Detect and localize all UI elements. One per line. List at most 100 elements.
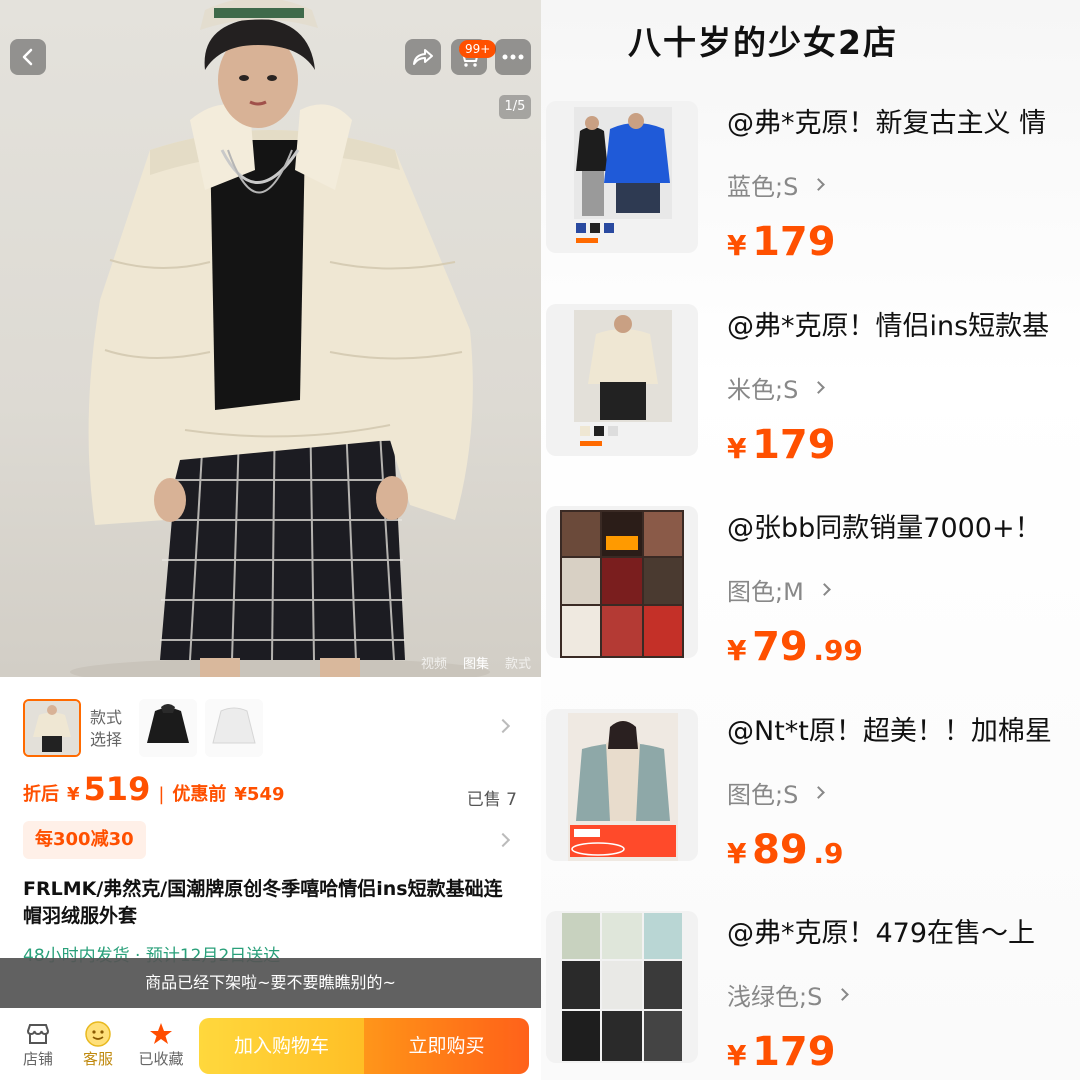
collage-thumbnail: [560, 510, 684, 658]
price-integer: 179: [752, 219, 836, 265]
currency-symbol: ¥: [727, 837, 747, 870]
product-image-gallery[interactable]: 99+ 1/5 视频 图集 款式: [0, 0, 541, 677]
item-price: ¥ 79 .99: [727, 624, 863, 670]
tab-video[interactable]: 视频: [421, 653, 447, 672]
off-shelf-notice: 商品已经下架啦~要不要瞧瞧别的~: [0, 958, 541, 1008]
item-sku[interactable]: 图色;S: [727, 775, 826, 810]
back-button[interactable]: [10, 39, 46, 75]
cream-jacket-thumbnail: [25, 701, 79, 755]
jacket-grid-thumbnail: [560, 911, 684, 1063]
white-jacket-thumbnail: [205, 699, 263, 757]
list-item[interactable]: @张bb同款销量7000+！ 图色;M ¥ 79 .99: [541, 506, 1080, 706]
item-price: ¥ 89 .9: [727, 827, 843, 873]
chevron-right-icon: [495, 718, 511, 734]
item-sku[interactable]: 图色;M: [727, 572, 831, 607]
list-item[interactable]: @弗*克原！479在售～上 浅绿色;S ¥ 179: [541, 911, 1080, 1080]
shop-title: 八十岁的少女2店: [628, 23, 898, 62]
item-title: @张bb同款销量7000+！: [727, 513, 1042, 544]
list-item[interactable]: @弗*克原！新复古主义 情 蓝色;S ¥ 179: [541, 101, 1080, 301]
item-price: ¥ 179: [727, 422, 836, 468]
cream-puffer-thumbnail: [574, 310, 672, 446]
style-selector[interactable]: 款式选择: [0, 695, 541, 761]
nav-favorite[interactable]: 已收藏: [133, 1020, 189, 1069]
item-title: @弗*克原！情侣ins短款基: [727, 311, 1050, 342]
tab-styles[interactable]: 款式: [505, 653, 531, 672]
nav-service[interactable]: 客服: [70, 1020, 126, 1069]
similar-items-panel: 八十岁的少女2店 @弗*克原！新复古主义 情 蓝色;S ¥ 179 @弗*克原！…: [541, 0, 1080, 1080]
chevron-right-icon: [836, 988, 850, 1001]
tab-gallery[interactable]: 图集: [463, 653, 489, 672]
store-icon: [26, 1024, 50, 1044]
more-button[interactable]: [495, 39, 531, 75]
product-title: FRLMK/弗然克/国潮牌原创冬季嘻哈情侣ins短款基础连帽羽绒服外套: [23, 878, 503, 927]
item-title: @弗*克原！新复古主义 情: [727, 108, 1047, 139]
original-price: ¥549: [234, 784, 285, 805]
style-select-label: 款式选择: [90, 708, 123, 749]
cart-count-badge: 99+: [459, 40, 497, 58]
item-sku-label: 图色;S: [727, 781, 799, 809]
price-separator: |: [158, 784, 165, 805]
black-jacket-thumbnail: [139, 699, 197, 757]
price-integer: 179: [752, 422, 836, 468]
customer-service-icon: [85, 1021, 111, 1047]
price-decimal: .99: [813, 634, 863, 667]
price-row: 折后 ¥ 519 | 优惠前 ¥549: [23, 770, 523, 812]
image-page-indicator: 1/5: [499, 95, 531, 119]
product-detail-panel: 99+ 1/5 视频 图集 款式 款式选择 折后 ¥ 519 | 优惠前 ¥54…: [0, 0, 541, 1080]
gallery-tabs: 视频 图集 款式: [421, 653, 531, 672]
nav-store-label: 店铺: [22, 1050, 53, 1068]
nav-favorite-label: 已收藏: [138, 1050, 184, 1068]
fur-collar-jacket-thumbnail: [568, 713, 678, 861]
blue-puffer-thumbnail: [574, 107, 672, 243]
item-sku[interactable]: 蓝色;S: [727, 167, 826, 202]
price-integer: 79: [752, 624, 808, 670]
item-thumbnail: [546, 101, 698, 253]
list-item[interactable]: @弗*克原！情侣ins短款基 米色;S ¥ 179: [541, 304, 1080, 504]
item-title: @Nt*t原！超美！！加棉星: [727, 716, 1052, 747]
more-dots-icon: [502, 54, 524, 60]
chevron-left-icon: [22, 48, 33, 66]
item-thumbnail: [546, 709, 698, 861]
style-thumb-white[interactable]: [205, 699, 263, 757]
item-title: @弗*克原！479在售～上: [727, 918, 1036, 949]
chevron-right-icon: [812, 381, 826, 394]
discounted-price: 519: [83, 770, 151, 808]
share-button[interactable]: [405, 39, 441, 75]
currency-symbol: ¥: [727, 634, 747, 667]
star-icon: [150, 1023, 172, 1044]
item-thumbnail: [546, 304, 698, 456]
share-arrow-icon: [413, 49, 433, 65]
currency-symbol: ¥: [727, 1039, 747, 1072]
chevron-right-icon: [812, 178, 826, 191]
item-sku-label: 浅绿色;S: [727, 983, 823, 1011]
currency-symbol: ¥: [727, 229, 747, 262]
chevron-right-icon: [812, 786, 826, 799]
item-sku-label: 蓝色;S: [727, 173, 799, 201]
style-thumb-black[interactable]: [139, 699, 197, 757]
after-discount-label: 折后: [23, 784, 59, 805]
item-price: ¥ 179: [727, 1029, 836, 1075]
style-thumb-cream[interactable]: [23, 699, 81, 757]
item-thumbnail: [546, 911, 698, 1063]
before-discount-label: 优惠前: [172, 784, 227, 805]
list-item[interactable]: @Nt*t原！超美！！加棉星 图色;S ¥ 89 .9: [541, 709, 1080, 909]
currency-symbol: ¥: [67, 784, 80, 805]
item-sku[interactable]: 浅绿色;S: [727, 977, 850, 1012]
item-sku[interactable]: 米色;S: [727, 370, 826, 405]
chevron-right-icon: [495, 832, 511, 848]
price-integer: 179: [752, 1029, 836, 1075]
coupon-badge[interactable]: 每300减30: [23, 821, 146, 859]
model-in-cream-down-jacket-image: [70, 0, 490, 677]
chevron-right-icon: [817, 583, 831, 596]
item-sku-label: 米色;S: [727, 376, 799, 404]
item-sku-label: 图色;M: [727, 578, 804, 606]
price-decimal: .9: [813, 837, 844, 870]
currency-symbol: ¥: [727, 432, 747, 465]
item-thumbnail: [546, 506, 698, 658]
nav-store[interactable]: 店铺: [10, 1020, 66, 1069]
sold-count: 已售 7: [466, 790, 517, 810]
nav-service-label: 客服: [82, 1050, 113, 1068]
buy-now-button[interactable]: 立即购买: [364, 1018, 529, 1074]
add-to-cart-button[interactable]: 加入购物车: [199, 1018, 364, 1074]
item-price: ¥ 179: [727, 219, 836, 265]
